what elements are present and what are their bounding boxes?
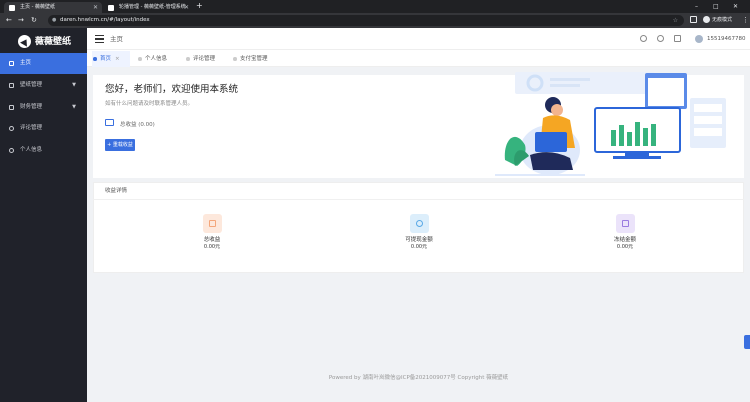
menu-icon[interactable]: ⋮ <box>742 15 749 26</box>
tab-comments[interactable]: 评论管理 <box>185 51 215 67</box>
sidebar-item-label: 壁纸管理 <box>20 82 43 88</box>
star-icon[interactable]: ☆ <box>673 15 678 26</box>
browser-tab-bar: 主页 - 薇薇壁纸 ✕ 轮播管理 - 薇薇壁纸-管理系统 ✕ + – □ ✕ <box>0 0 750 13</box>
url-text: daren.hnwlcm.cn/#/layout/index <box>60 17 150 23</box>
tab-profile[interactable]: 个人信息 <box>137 51 167 67</box>
username[interactable]: 15519467780 <box>707 28 746 50</box>
picture-icon <box>9 83 14 88</box>
fullscreen-icon[interactable] <box>674 35 681 42</box>
total-income-label: 总收益 (0.00) <box>120 122 155 128</box>
avatar[interactable] <box>695 35 703 43</box>
search-icon[interactable] <box>657 35 664 42</box>
user-icon <box>9 148 14 153</box>
incognito-indicator[interactable]: 无痕模式 <box>703 16 732 25</box>
sidebar-item-home[interactable]: 主页 <box>0 53 87 74</box>
tab-dot-icon <box>186 57 190 61</box>
favicon-icon <box>9 5 15 11</box>
forward-icon[interactable]: → <box>18 15 24 26</box>
stat-label: 可提现金额 <box>405 237 433 243</box>
welcome-illustration <box>495 72 726 176</box>
tab-dot-icon <box>93 57 97 61</box>
reload-icon[interactable]: ↻ <box>31 15 37 26</box>
sidebar-item-label: 个人信息 <box>20 147 43 153</box>
tab-label: 评论管理 <box>193 56 216 62</box>
address-bar[interactable]: ● daren.hnwlcm.cn/#/layout/index ☆ <box>48 15 684 26</box>
browser-tab-title: 轮播管理 - 薇薇壁纸-管理系统 <box>119 4 186 10</box>
stat-icon-box <box>615 214 635 233</box>
chevron-down-icon: ▼ <box>72 82 76 88</box>
browser-tab-title: 主页 - 薇薇壁纸 <box>20 4 55 10</box>
browser-toolbar: ← → ↻ ● daren.hnwlcm.cn/#/layout/index ☆… <box>0 13 750 28</box>
tab-label: 个人信息 <box>145 56 168 62</box>
lock-icon: ● <box>52 17 57 23</box>
logo-text: 薇薇壁纸 <box>35 37 72 47</box>
back-icon[interactable]: ← <box>6 15 12 26</box>
new-tab-button[interactable]: + <box>196 1 203 10</box>
close-icon[interactable]: × <box>115 56 120 62</box>
chevron-down-icon: ▼ <box>72 104 76 110</box>
reload-income-button[interactable]: + 重载收益 <box>105 139 135 151</box>
tab-home[interactable]: 首页 × <box>92 51 130 67</box>
sidebar-item-finance[interactable]: 财务管理 ▼ <box>0 97 87 118</box>
total-income-summary: 总收益 (0.00) <box>105 119 155 128</box>
maximize-button[interactable]: □ <box>713 0 719 13</box>
comment-icon <box>9 126 14 131</box>
tab-alipay[interactable]: 支付宝管理 <box>232 51 268 67</box>
tab-dot-icon <box>233 57 237 61</box>
withdraw-icon <box>415 220 423 227</box>
wallet-icon <box>208 220 216 227</box>
page-footer: Powered by 湖南叶岚微信@ICP备2021009077号 Copyri… <box>328 375 509 381</box>
tab-dot-icon <box>138 57 142 61</box>
stat-label: 冻结金额 <box>613 237 636 243</box>
favicon-icon <box>108 5 114 11</box>
close-icon[interactable]: ✕ <box>184 2 189 13</box>
sidebar-item-profile[interactable]: 个人信息 <box>0 140 87 161</box>
tab-label: 首页 <box>100 56 112 62</box>
top-header: 主页 15519467780 <box>87 28 750 50</box>
stat-total-income: 总收益 0.00元 <box>182 214 242 250</box>
sidebar-item-wallpaper[interactable]: 壁纸管理 ▼ <box>0 75 87 96</box>
close-window-button[interactable]: ✕ <box>733 0 738 13</box>
stat-label: 总收益 <box>203 237 221 243</box>
menu-toggle-icon[interactable] <box>95 35 104 43</box>
stat-value: 0.00元 <box>203 244 221 250</box>
income-details-title: 收益详情 <box>105 188 128 194</box>
close-icon[interactable]: ✕ <box>93 2 98 13</box>
browser-tab-carousel[interactable]: 轮播管理 - 薇薇壁纸-管理系统 ✕ <box>103 2 193 13</box>
stat-value: 0.00元 <box>410 244 428 250</box>
sidebar-item-label: 评论管理 <box>20 125 43 131</box>
page-tabs: 首页 × 个人信息 评论管理 支付宝管理 <box>87 51 750 67</box>
sidebar-item-label: 财务管理 <box>20 104 43 110</box>
stat-withdrawable: 可提现金额 0.00元 <box>389 214 449 250</box>
sidebar-item-comments[interactable]: 评论管理 <box>0 118 87 139</box>
grid-icon <box>621 220 629 227</box>
minimize-button[interactable]: – <box>695 0 698 13</box>
stat-value: 0.00元 <box>616 244 634 250</box>
reload-income-label: 重载收益 <box>112 142 133 148</box>
sidebar: 薇薇壁纸 主页 壁纸管理 ▼ 财务管理 ▼ 评论管理 个人信息 <box>0 28 87 402</box>
sidebar-item-label: 主页 <box>20 60 32 66</box>
finance-icon <box>9 105 14 110</box>
stat-icon-box <box>409 214 429 233</box>
refresh-icon[interactable] <box>640 35 647 42</box>
divider <box>93 199 744 200</box>
home-icon <box>9 61 14 66</box>
logo[interactable]: 薇薇壁纸 <box>18 35 71 49</box>
welcome-subtitle: 如有什么问题请及时联系管理人员。 <box>105 101 194 107</box>
incognito-icon <box>703 16 710 23</box>
browser-tab-home[interactable]: 主页 - 薇薇壁纸 ✕ <box>4 2 102 13</box>
stat-frozen: 冻结金额 0.00元 <box>595 214 655 250</box>
tab-label: 支付宝管理 <box>240 56 268 62</box>
side-drawer-handle[interactable] <box>744 335 750 349</box>
wallet-icon <box>105 119 114 126</box>
stat-icon-box <box>202 214 222 233</box>
logo-icon <box>18 35 31 48</box>
welcome-title: 您好，老师们，欢迎使用本系统 <box>105 84 239 95</box>
sidebar-toggle-icon[interactable] <box>690 16 697 23</box>
breadcrumb: 主页 <box>110 35 123 43</box>
incognito-label: 无痕模式 <box>712 17 733 23</box>
